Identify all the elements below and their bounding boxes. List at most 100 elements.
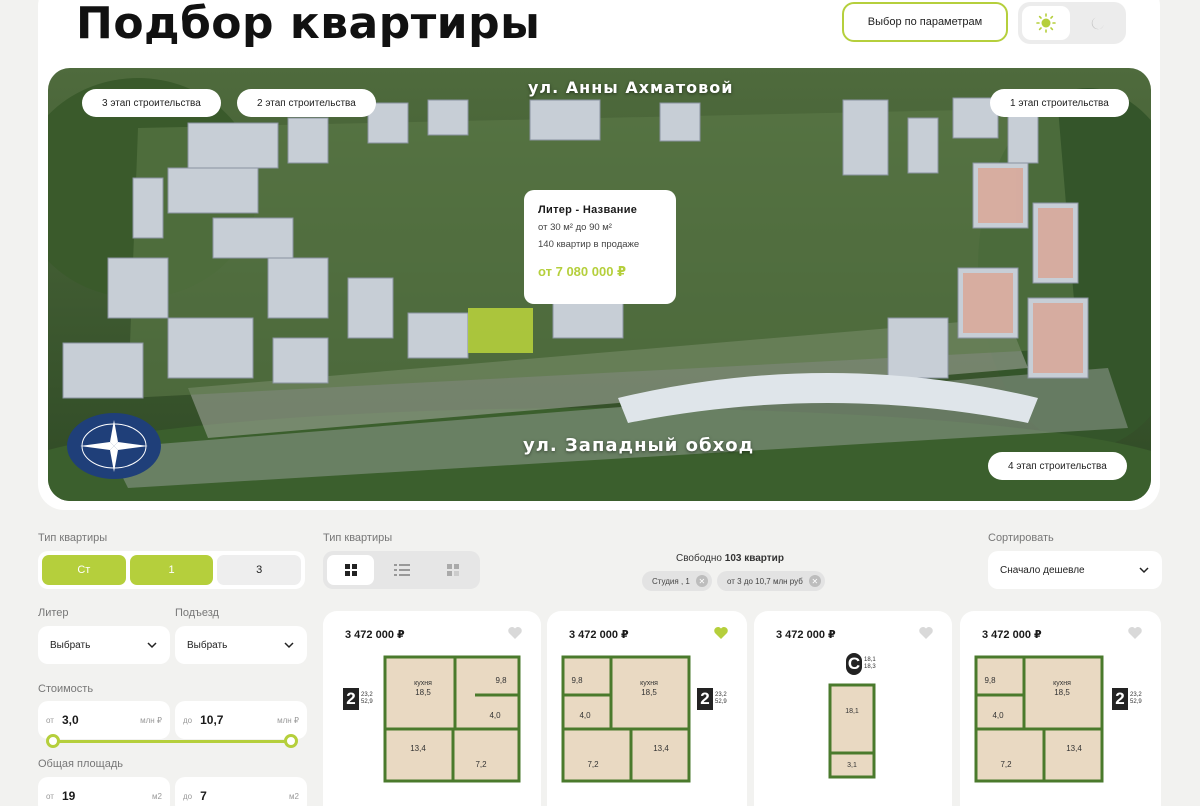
cost-from-value: 3,0 (61, 713, 79, 727)
room-type-label: Тип квартиры (38, 532, 108, 544)
plan-room: 7,2 (475, 760, 487, 769)
free-apartments-count: Свободно 103 квартир (676, 553, 784, 564)
living-area: 23,2 (715, 692, 727, 698)
grid-icon (344, 564, 357, 576)
room-type-1[interactable]: 1 (129, 555, 214, 585)
view-switcher (323, 551, 480, 589)
plan-room: 7,2 (1000, 760, 1012, 769)
cost-unit: млн ₽ (277, 715, 299, 725)
moon-icon (1091, 17, 1104, 30)
stage-1-button[interactable]: 1 этап строительства (990, 89, 1129, 117)
chip-label: от 3 до 10,7 млн руб (727, 576, 803, 586)
heart-icon[interactable] (507, 625, 523, 641)
area-from-field[interactable]: от 19 м2 (38, 777, 170, 806)
plan-kitchen: кухня (1053, 680, 1071, 687)
room-count: 2 (1112, 688, 1128, 710)
filter-chip-type[interactable]: Студия , 1 ✕ (642, 571, 712, 591)
area-to-field[interactable]: до 7 м2 (175, 777, 307, 806)
plan-room: 4,0 (489, 711, 501, 720)
cost-label: Стоимость (38, 683, 94, 695)
cost-slider-max-handle[interactable] (284, 734, 298, 748)
room-badge: 2 23,2 52,9 (697, 688, 727, 710)
plan-room: 9,8 (495, 676, 507, 685)
plan-room: 13,4 (653, 744, 669, 753)
apartment-card[interactable]: 3 472 000 ₽ С 18,1 18,3 18,1 3,1 (754, 611, 952, 806)
room-count: 2 (343, 688, 359, 710)
total-area: 52,9 (715, 699, 727, 705)
living-area: 23,2 (1130, 692, 1142, 698)
liter-label: Литер (38, 607, 69, 619)
sort-select[interactable]: Сначало дешевле (988, 551, 1162, 589)
stage-2-button[interactable]: 2 этап строительства (237, 89, 376, 117)
living-area: 23,2 (361, 692, 373, 698)
room-type-selector: Ст 1 3 (38, 551, 305, 589)
plan-icon (446, 564, 459, 576)
plan-room: 9,8 (571, 676, 583, 685)
floor-plan: 18,1 3,1 (828, 683, 876, 779)
apartment-card[interactable]: 3 472 000 ₽ кухня 18,5 9,8 4,0 13,4 7,2 … (547, 611, 747, 806)
filter-chip-price[interactable]: от 3 до 10,7 млн руб ✕ (717, 571, 825, 591)
chevron-down-icon (284, 642, 294, 649)
plan-kitchen: кухня (640, 680, 658, 687)
param-filter-button[interactable]: Выбор по параметрам (842, 2, 1008, 42)
liter-select[interactable]: Выбрать (38, 626, 170, 664)
dark-theme-button[interactable] (1074, 6, 1122, 40)
card-price: 3 472 000 ₽ (345, 629, 405, 641)
card-price: 3 472 000 ₽ (776, 629, 836, 641)
plan-room: 18,5 (415, 688, 431, 697)
compass-icon (67, 413, 161, 479)
close-icon[interactable]: ✕ (808, 575, 821, 587)
cost-to-prefix: до (183, 715, 193, 725)
list-view-button[interactable] (378, 555, 425, 585)
plan-room: 3,1 (847, 762, 857, 769)
view-type-label: Тип квартиры (323, 532, 393, 544)
complex-map[interactable]: ул. Анны Ахматовой ул. Западный обход 3 … (48, 68, 1151, 501)
sun-icon (1036, 13, 1056, 33)
plan-view-button[interactable] (429, 555, 476, 585)
light-theme-button[interactable] (1022, 6, 1070, 40)
chevron-down-icon (147, 642, 157, 649)
area-label: Общая площадь (38, 758, 123, 770)
heart-icon[interactable] (713, 625, 729, 641)
room-badge: 2 23,2 52,9 (1112, 688, 1142, 710)
living-area: 18,1 (864, 657, 876, 663)
room-type-3[interactable]: 3 (217, 555, 302, 585)
apartment-card[interactable]: 3 472 000 ₽ кухня 18,5 9,8 4,0 13,4 7,2 … (960, 611, 1161, 806)
theme-toggle (1018, 2, 1126, 44)
plan-kitchen: кухня (414, 680, 432, 687)
apartment-card[interactable]: 3 472 000 ₽ 2 23,2 52,9 кухня 18,5 9,8 4,… (323, 611, 541, 806)
entrance-select[interactable]: Выбрать (175, 626, 307, 664)
cost-slider-track[interactable] (53, 740, 291, 743)
area-from-prefix: от (46, 791, 54, 801)
room-type-studio[interactable]: Ст (42, 555, 126, 585)
street-label-bottom: ул. Западный обход (523, 435, 755, 456)
page-title: Подбор квартиры (76, 0, 541, 49)
plan-room: 4,0 (579, 711, 591, 720)
popup-area: от 30 м² до 90 м² (538, 222, 612, 233)
free-prefix: Свободно (676, 553, 722, 564)
cost-slider-min-handle[interactable] (46, 734, 60, 748)
plan-room: 9,8 (984, 676, 996, 685)
cost-to-value: 10,7 (200, 713, 224, 727)
entrance-value: Выбрать (187, 639, 228, 651)
cost-from-field[interactable]: от 3,0 млн ₽ (38, 701, 170, 739)
popup-title: Литер - Название (538, 204, 638, 216)
stage-3-button[interactable]: 3 этап строительства (82, 89, 221, 117)
stage-4-button[interactable]: 4 этап строительства (988, 452, 1127, 480)
heart-icon[interactable] (1127, 625, 1143, 641)
heart-icon[interactable] (918, 625, 934, 641)
close-icon[interactable]: ✕ (695, 575, 708, 587)
room-badge: 2 23,2 52,9 (343, 688, 373, 710)
cost-to-field[interactable]: до 10,7 млн ₽ (175, 701, 307, 739)
street-label-top: ул. Анны Ахматовой (528, 78, 734, 97)
grid-view-button[interactable] (327, 555, 374, 585)
list-icon (393, 564, 410, 576)
floor-plan: кухня 18,5 9,8 4,0 13,4 7,2 (974, 655, 1104, 783)
cost-unit: млн ₽ (140, 715, 162, 725)
entrance-label: Подъезд (175, 607, 219, 619)
chevron-down-icon (1139, 567, 1149, 574)
card-price: 3 472 000 ₽ (982, 629, 1042, 641)
building-popup[interactable]: Литер - Название от 30 м² до 90 м² 140 к… (524, 190, 676, 304)
room-count: С (846, 653, 862, 675)
sort-value: Сначало дешевле (1000, 564, 1085, 576)
